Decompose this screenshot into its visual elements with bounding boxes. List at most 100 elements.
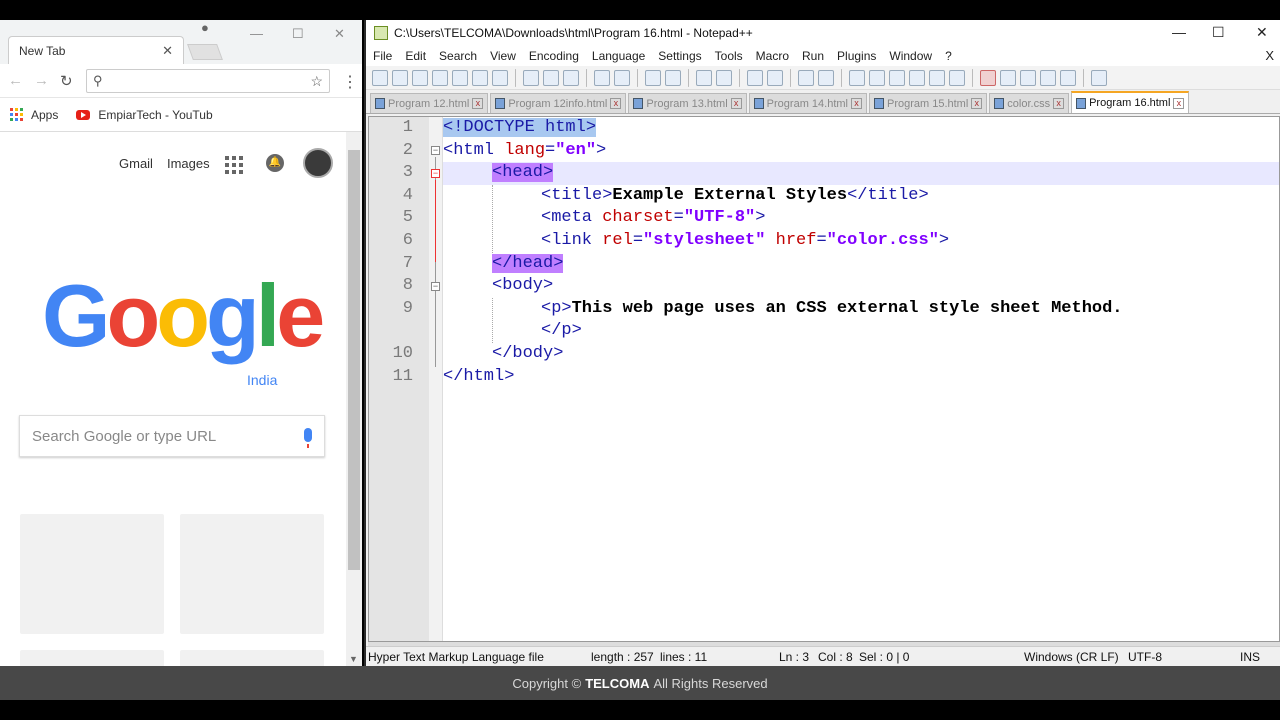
most-visited-tile[interactable] (20, 514, 164, 634)
notifications-icon[interactable]: 🔔 (266, 154, 284, 172)
reload-icon[interactable]: ↻ (60, 72, 73, 90)
play-macro-icon[interactable] (1020, 69, 1036, 86)
print-icon[interactable] (492, 69, 508, 86)
show-all-chars-icon[interactable] (818, 69, 834, 86)
stop-macro-icon[interactable] (1000, 69, 1016, 86)
find-icon[interactable] (645, 69, 661, 86)
close-icon[interactable]: x (472, 98, 484, 109)
file-tab[interactable]: color.css x (989, 93, 1070, 113)
replace-icon[interactable] (665, 69, 681, 86)
close-all-icon[interactable] (472, 69, 488, 86)
indent-guide-icon[interactable] (849, 69, 865, 86)
close-icon[interactable]: x (1053, 98, 1065, 109)
save-macro-icon[interactable] (1060, 69, 1076, 86)
menu-language[interactable]: Language (592, 49, 645, 63)
menu-settings[interactable]: Settings (658, 49, 701, 63)
file-tab[interactable]: Program 15.html x (868, 93, 988, 113)
monitoring-icon[interactable] (949, 69, 965, 86)
new-tab-button[interactable] (187, 44, 223, 60)
function-list-icon[interactable] (889, 69, 905, 86)
menu-plugins[interactable]: Plugins (837, 49, 876, 63)
sync-vertical-icon[interactable] (747, 69, 763, 86)
file-tab-active[interactable]: Program 16.html x (1071, 91, 1190, 113)
sync-horizontal-icon[interactable] (767, 69, 783, 86)
profile-icon[interactable]: ● (201, 20, 209, 35)
gmail-link[interactable]: Gmail (119, 156, 153, 171)
fold-minus-icon[interactable]: − (431, 282, 440, 291)
file-tab[interactable]: Program 12info.html x (490, 93, 627, 113)
file-tab[interactable]: Program 13.html x (628, 93, 747, 113)
bookmark-apps[interactable]: Apps (31, 108, 58, 122)
menu-window[interactable]: Window (889, 49, 932, 63)
google-search-box[interactable]: Search Google or type URL (19, 415, 325, 457)
copy-icon[interactable] (543, 69, 559, 86)
bookmark-star-icon[interactable]: ☆ (310, 73, 323, 90)
undo-icon[interactable] (594, 69, 610, 86)
avatar[interactable] (303, 148, 333, 178)
menu-run[interactable]: Run (802, 49, 824, 63)
save-all-icon[interactable] (432, 69, 448, 86)
back-icon[interactable]: ← (8, 72, 23, 89)
images-link[interactable]: Images (167, 156, 210, 171)
chrome-tab[interactable]: New Tab ✕ (8, 36, 184, 64)
menu-encoding[interactable]: Encoding (529, 49, 579, 63)
menu-file[interactable]: File (373, 49, 392, 63)
fold-minus-icon[interactable]: − (431, 169, 440, 178)
menu-macro[interactable]: Macro (756, 49, 789, 63)
google-apps-icon[interactable] (225, 156, 243, 174)
minimize-icon[interactable]: — (250, 26, 263, 41)
new-file-icon[interactable] (372, 69, 388, 86)
close-icon[interactable]: x (730, 98, 742, 109)
run-macro-multiple-icon[interactable] (1040, 69, 1056, 86)
redo-icon[interactable] (614, 69, 630, 86)
most-visited-tile[interactable] (20, 650, 164, 666)
close-icon[interactable]: ✕ (162, 43, 173, 59)
open-file-icon[interactable] (392, 69, 408, 86)
scroll-down-icon[interactable]: ▼ (349, 654, 358, 664)
menu-tools[interactable]: Tools (715, 49, 743, 63)
file-tab[interactable]: Program 14.html x (748, 93, 867, 113)
zoom-out-icon[interactable] (716, 69, 732, 86)
close-window-icon[interactable]: ✕ (334, 26, 345, 42)
zoom-in-icon[interactable] (696, 69, 712, 86)
doc-switcher-icon[interactable] (929, 69, 945, 86)
kebab-menu-icon[interactable]: ⋮ (342, 72, 358, 92)
code-editor[interactable]: 1 2 3 4 5 6 7 8 9 10 11 − − − <!DOCTYPE … (368, 116, 1280, 642)
doc-map-icon[interactable] (869, 69, 885, 86)
spell-check-icon[interactable] (1091, 69, 1107, 86)
menu-view[interactable]: View (490, 49, 516, 63)
menu-edit[interactable]: Edit (405, 49, 426, 63)
folder-workspace-icon[interactable] (909, 69, 925, 86)
minimize-icon[interactable]: — (1172, 24, 1186, 40)
maximize-icon[interactable]: ☐ (292, 26, 304, 42)
close-window-icon[interactable]: ✕ (1256, 24, 1268, 41)
close-icon[interactable]: x (971, 98, 983, 109)
bookmark-youtube[interactable]: EmpiarTech - YouTub (98, 108, 212, 122)
chrome-scrollbar[interactable]: ▼ (346, 132, 362, 666)
most-visited-tile[interactable] (180, 514, 324, 634)
code-area[interactable]: <!DOCTYPE html> <html lang="en"> <head> … (443, 117, 1279, 641)
scrollbar-thumb[interactable] (348, 150, 360, 570)
close-document-icon[interactable]: X (1265, 48, 1274, 63)
cut-icon[interactable] (523, 69, 539, 86)
status-eol[interactable]: Windows (CR LF) (1024, 650, 1119, 664)
word-wrap-icon[interactable] (798, 69, 814, 86)
menu-search[interactable]: Search (439, 49, 477, 63)
microphone-icon[interactable] (304, 428, 312, 448)
maximize-icon[interactable]: ☐ (1212, 24, 1225, 41)
status-encoding[interactable]: UTF-8 (1128, 650, 1162, 664)
file-tab[interactable]: Program 12.html x (370, 93, 489, 113)
close-icon[interactable]: x (1173, 97, 1185, 109)
menu-help[interactable]: ? (945, 49, 952, 63)
close-file-icon[interactable] (452, 69, 468, 86)
close-icon[interactable]: x (850, 98, 862, 109)
close-icon[interactable]: x (610, 98, 622, 109)
save-icon[interactable] (412, 69, 428, 86)
notepadpp-window: C:\Users\TELCOMA\Downloads\html\Program … (364, 20, 1280, 666)
forward-icon[interactable]: → (34, 72, 49, 89)
most-visited-tile[interactable] (180, 650, 324, 666)
paste-icon[interactable] (563, 69, 579, 86)
fold-minus-icon[interactable]: − (431, 146, 440, 155)
address-bar[interactable]: ⚲ ☆ (86, 69, 330, 93)
record-macro-icon[interactable] (980, 69, 996, 86)
